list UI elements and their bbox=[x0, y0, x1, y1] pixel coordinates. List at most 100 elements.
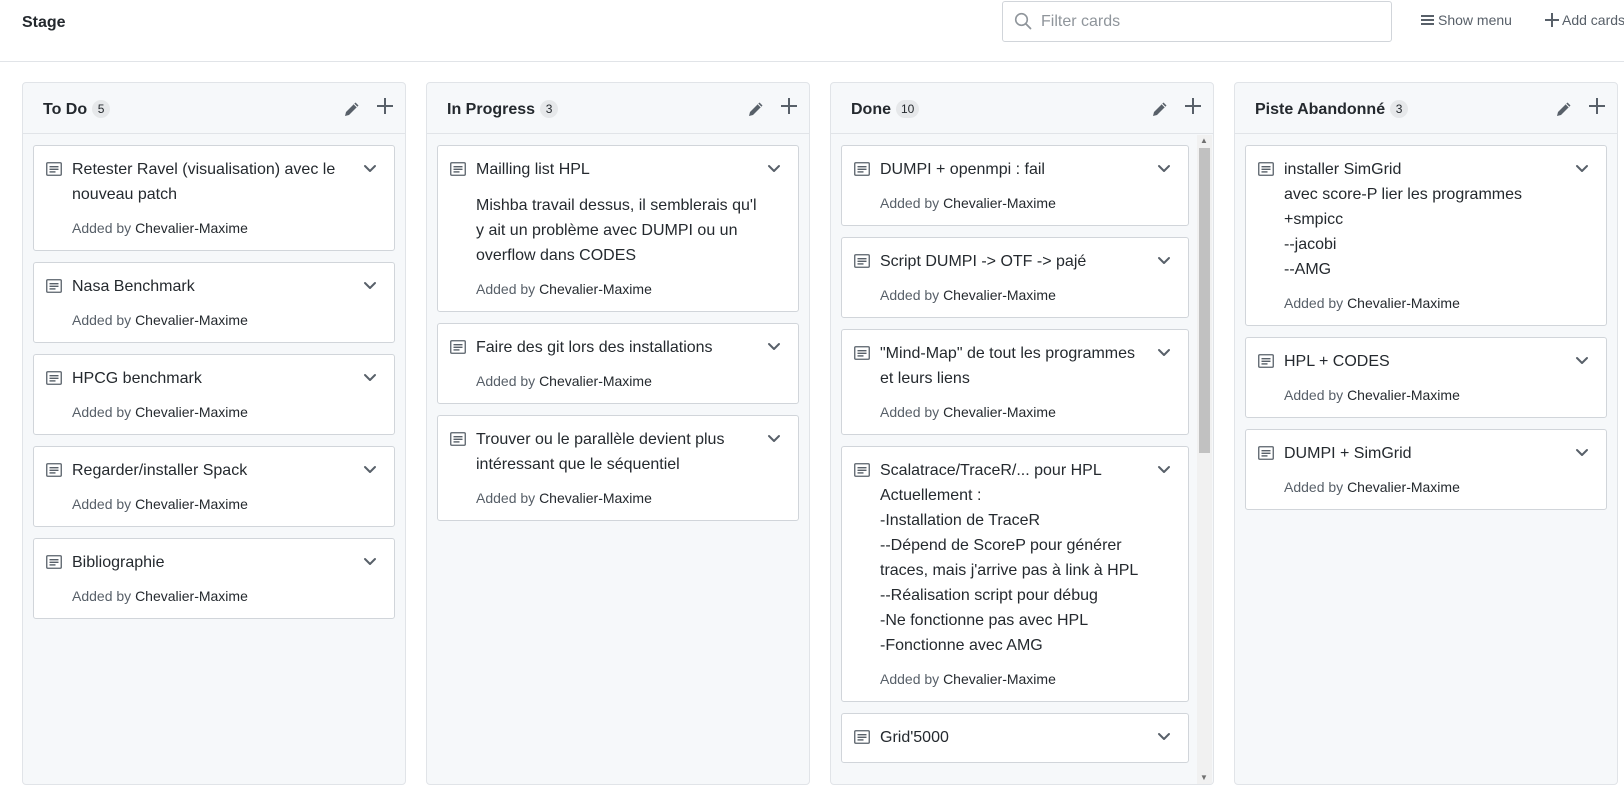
pencil-icon[interactable] bbox=[1151, 100, 1169, 123]
card-meta: Added by Chevalier-Maxime bbox=[880, 193, 1148, 213]
card-author-link[interactable]: Chevalier-Maxime bbox=[1347, 387, 1460, 403]
added-by-label: Added by bbox=[880, 671, 940, 687]
card[interactable]: HPCG benchmark Added by Chevalier-Maxime bbox=[33, 354, 395, 435]
card-title: Regarder/installer Spack bbox=[72, 462, 248, 479]
card[interactable]: Bibliographie Added by Chevalier-Maxime bbox=[33, 538, 395, 619]
add-cards-label: Add cards bbox=[1562, 12, 1624, 28]
card-title: Script DUMPI -> OTF -> pajé bbox=[880, 253, 1087, 270]
plus-icon[interactable] bbox=[1588, 97, 1606, 120]
chevron-down-icon[interactable] bbox=[363, 161, 377, 179]
scroll-up-arrow[interactable]: ▲ bbox=[1200, 136, 1208, 146]
card[interactable]: HPL + CODES Added by Chevalier-Maxime bbox=[1245, 337, 1607, 418]
chevron-down-icon[interactable] bbox=[1575, 353, 1589, 371]
card-list: installer SimGrid avec score-P lier les … bbox=[1235, 135, 1617, 784]
card-title: HPL + CODES bbox=[1284, 353, 1390, 370]
card-meta: Added by Chevalier-Maxime bbox=[72, 586, 354, 606]
card-author-link[interactable]: Chevalier-Maxime bbox=[539, 490, 652, 506]
show-menu-button[interactable]: Show menu bbox=[1421, 12, 1512, 28]
card[interactable]: DUMPI + openmpi : fail Added by Chevalier… bbox=[841, 145, 1189, 226]
chevron-down-icon[interactable] bbox=[1157, 161, 1171, 179]
filter-cards-box[interactable] bbox=[1002, 1, 1392, 42]
card[interactable]: Retester Ravel (visualisation) avec le n… bbox=[33, 145, 395, 251]
card-author-link[interactable]: Chevalier-Maxime bbox=[1347, 295, 1460, 311]
scroll-down-arrow[interactable]: ▼ bbox=[1200, 773, 1208, 783]
card-meta: Added by Chevalier-Maxime bbox=[476, 488, 758, 508]
column-title: Piste Abandonné 3 bbox=[1255, 100, 1409, 119]
chevron-down-icon[interactable] bbox=[363, 278, 377, 296]
chevron-down-icon[interactable] bbox=[767, 161, 781, 179]
column-scrollbar[interactable]: ▲ ▼ bbox=[1197, 135, 1212, 784]
card-author-link[interactable]: Chevalier-Maxime bbox=[539, 281, 652, 297]
pencil-icon[interactable] bbox=[747, 100, 765, 123]
card-author-link[interactable]: Chevalier-Maxime bbox=[135, 404, 248, 420]
card-author-link[interactable]: Chevalier-Maxime bbox=[1347, 479, 1460, 495]
card[interactable]: "Mind-Map" de tout les programmes et leu… bbox=[841, 329, 1189, 435]
card[interactable]: Regarder/installer Spack Added by Chevali… bbox=[33, 446, 395, 527]
added-by-label: Added by bbox=[476, 490, 536, 506]
added-by-label: Added by bbox=[72, 220, 132, 236]
filter-cards-input[interactable] bbox=[1041, 8, 1381, 36]
chevron-down-icon[interactable] bbox=[1157, 462, 1171, 480]
column-header: Piste Abandonné 3 bbox=[1235, 83, 1617, 134]
note-icon bbox=[450, 340, 466, 359]
chevron-down-icon[interactable] bbox=[1157, 253, 1171, 271]
card-author-link[interactable]: Chevalier-Maxime bbox=[135, 312, 248, 328]
note-icon bbox=[854, 730, 870, 749]
card-title: DUMPI + openmpi : fail bbox=[880, 161, 1045, 178]
plus-icon[interactable] bbox=[1184, 97, 1202, 120]
card[interactable]: Script DUMPI -> OTF -> pajé Added by Chev… bbox=[841, 237, 1189, 318]
added-by-label: Added by bbox=[72, 312, 132, 328]
card[interactable]: Trouver ou le parallèle devient plus int… bbox=[437, 415, 799, 521]
pencil-icon[interactable] bbox=[343, 100, 361, 123]
column-title: Done 10 bbox=[851, 100, 920, 119]
added-by-label: Added by bbox=[880, 287, 940, 303]
note-icon bbox=[854, 346, 870, 365]
note-icon bbox=[1258, 446, 1274, 465]
add-cards-button[interactable]: Add cards bbox=[1545, 12, 1624, 28]
added-by-label: Added by bbox=[476, 281, 536, 297]
card-author-link[interactable]: Chevalier-Maxime bbox=[135, 496, 248, 512]
note-icon bbox=[46, 162, 62, 181]
card-author-link[interactable]: Chevalier-Maxime bbox=[943, 287, 1056, 303]
note-icon bbox=[450, 432, 466, 451]
card-title: DUMPI + SimGrid bbox=[1284, 445, 1412, 462]
card[interactable]: DUMPI + SimGrid Added by Chevalier-Maxime bbox=[1245, 429, 1607, 510]
card-author-link[interactable]: Chevalier-Maxime bbox=[135, 220, 248, 236]
chevron-down-icon[interactable] bbox=[363, 554, 377, 572]
card[interactable]: Mailling list HPL Mishba travail dessus, … bbox=[437, 145, 799, 312]
chevron-down-icon[interactable] bbox=[363, 370, 377, 388]
card[interactable]: Scalatrace/TraceR/... pour HPL Actuellem… bbox=[841, 446, 1189, 702]
chevron-down-icon[interactable] bbox=[1575, 445, 1589, 463]
card[interactable]: installer SimGrid avec score-P lier les … bbox=[1245, 145, 1607, 326]
plus-icon[interactable] bbox=[780, 97, 798, 120]
card-meta: Added by Chevalier-Maxime bbox=[476, 371, 758, 391]
card-author-link[interactable]: Chevalier-Maxime bbox=[539, 373, 652, 389]
card-meta: Added by Chevalier-Maxime bbox=[72, 402, 354, 422]
chevron-down-icon[interactable] bbox=[767, 431, 781, 449]
card-title: installer SimGrid avec score-P lier les … bbox=[1284, 161, 1523, 278]
pencil-icon[interactable] bbox=[1555, 100, 1573, 123]
chevron-down-icon[interactable] bbox=[1157, 729, 1171, 747]
chevron-down-icon[interactable] bbox=[767, 339, 781, 357]
added-by-label: Added by bbox=[1284, 479, 1344, 495]
card-title: HPCG benchmark bbox=[72, 370, 202, 387]
show-menu-label: Show menu bbox=[1438, 12, 1512, 28]
note-icon bbox=[854, 162, 870, 181]
card-author-link[interactable]: Chevalier-Maxime bbox=[943, 195, 1056, 211]
plus-icon[interactable] bbox=[376, 97, 394, 120]
card[interactable]: Grid'5000 bbox=[841, 713, 1189, 763]
chevron-down-icon[interactable] bbox=[1157, 345, 1171, 363]
scroll-thumb[interactable] bbox=[1199, 148, 1210, 453]
added-by-label: Added by bbox=[476, 373, 536, 389]
added-by-label: Added by bbox=[880, 404, 940, 420]
column-name: Piste Abandonné bbox=[1255, 101, 1386, 118]
card-count-badge: 3 bbox=[540, 100, 559, 118]
card-author-link[interactable]: Chevalier-Maxime bbox=[943, 671, 1056, 687]
chevron-down-icon[interactable] bbox=[1575, 161, 1589, 179]
card-list: DUMPI + openmpi : fail Added by Chevalier… bbox=[831, 135, 1213, 784]
chevron-down-icon[interactable] bbox=[363, 462, 377, 480]
card[interactable]: Faire des git lors des installations Adde… bbox=[437, 323, 799, 404]
card[interactable]: Nasa Benchmark Added by Chevalier-Maxime bbox=[33, 262, 395, 343]
card-author-link[interactable]: Chevalier-Maxime bbox=[943, 404, 1056, 420]
card-author-link[interactable]: Chevalier-Maxime bbox=[135, 588, 248, 604]
